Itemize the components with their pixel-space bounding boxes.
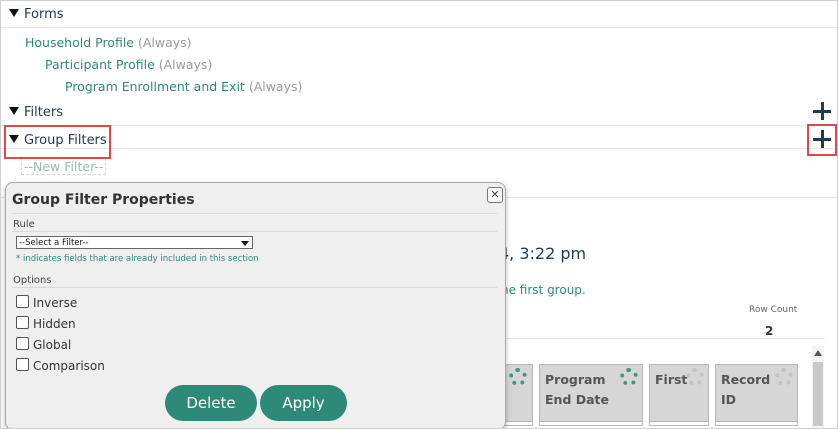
report-hint-text: he first group. (501, 283, 586, 297)
divider (12, 287, 497, 288)
form-qualifier: (Always) (158, 57, 213, 72)
gear-icon[interactable] (775, 368, 793, 386)
forms-toggle[interactable]: Forms (9, 7, 64, 22)
option-label: Hidden (33, 317, 76, 331)
divider (501, 338, 825, 339)
divider (1, 148, 837, 149)
hidden-checkbox[interactable] (16, 316, 29, 329)
chevron-down-icon (241, 241, 249, 246)
options-label: Options (13, 275, 52, 286)
filters-toggle[interactable]: Filters (9, 105, 63, 120)
column-label: Program End Date (545, 372, 610, 407)
option-comparison[interactable]: Comparison (16, 358, 105, 373)
vertical-scrollbar[interactable] (812, 346, 824, 428)
dialog-title: Group Filter Properties (12, 192, 195, 208)
close-icon[interactable]: ✕ (487, 187, 503, 203)
report-date-text: 4, 3:22 pm (499, 244, 587, 263)
form-name: Household Profile (25, 35, 134, 50)
column-cell (716, 421, 797, 425)
form-qualifier: (Always) (137, 35, 192, 50)
apply-button[interactable]: Apply (260, 385, 347, 421)
global-checkbox[interactable] (16, 337, 29, 350)
form-item-household-profile[interactable]: Household Profile (Always) (25, 35, 192, 50)
filter-select[interactable]: --Select a Filter-- (16, 236, 253, 249)
row-count-label: Row Count (749, 305, 798, 315)
form-qualifier: (Always) (248, 79, 303, 94)
divider (12, 213, 497, 214)
highlight-group-filters (4, 125, 111, 159)
scroll-up-arrow-icon[interactable] (814, 350, 822, 356)
gear-icon[interactable] (686, 368, 704, 386)
column-header-first[interactable]: First (649, 364, 709, 426)
form-item-program-enrollment[interactable]: Program Enrollment and Exit (Always) (65, 79, 302, 94)
select-value: --Select a Filter-- (19, 238, 89, 248)
row-count-value: 2 (765, 324, 774, 338)
filters-label: Filters (24, 105, 63, 120)
column-cell (540, 421, 642, 425)
rule-label: Rule (13, 219, 35, 230)
forms-label: Forms (24, 7, 64, 22)
collapse-triangle-icon (9, 9, 19, 17)
column-header-record-id[interactable]: Record ID (715, 364, 798, 426)
scrollbar-thumb[interactable] (813, 362, 823, 426)
report-editor: Forms Household Profile (Always) Partici… (0, 0, 838, 429)
option-label: Inverse (33, 296, 78, 310)
filters-section-header: Filters (1, 99, 837, 126)
comparison-checkbox[interactable] (16, 358, 29, 371)
add-filter-plus-icon[interactable] (813, 102, 831, 120)
divider (12, 231, 497, 232)
collapse-triangle-icon (9, 107, 19, 115)
column-header-program-end-date[interactable]: Program End Date (539, 364, 643, 426)
column-label: First (655, 372, 688, 387)
forms-section-header: Forms (1, 1, 837, 28)
form-name: Participant Profile (45, 57, 155, 72)
option-global[interactable]: Global (16, 337, 71, 352)
gear-icon[interactable] (509, 368, 527, 386)
option-label: Global (33, 338, 72, 352)
group-filter-properties-dialog: Group Filter Properties ✕ Rule --Select … (5, 182, 506, 428)
option-label: Comparison (33, 359, 105, 373)
option-inverse[interactable]: Inverse (16, 295, 77, 310)
column-cell (650, 421, 708, 425)
form-name: Program Enrollment and Exit (65, 79, 245, 94)
delete-button[interactable]: Delete (165, 385, 257, 421)
column-label: Record ID (721, 372, 771, 407)
option-hidden[interactable]: Hidden (16, 316, 76, 331)
gear-icon[interactable] (620, 368, 638, 386)
highlight-add-group-filter (807, 124, 837, 156)
fields-note: * indicates fields that are already incl… (16, 254, 259, 264)
form-item-participant-profile[interactable]: Participant Profile (Always) (45, 57, 212, 72)
new-filter-placeholder[interactable]: --New Filter-- (21, 158, 107, 175)
inverse-checkbox[interactable] (16, 295, 29, 308)
